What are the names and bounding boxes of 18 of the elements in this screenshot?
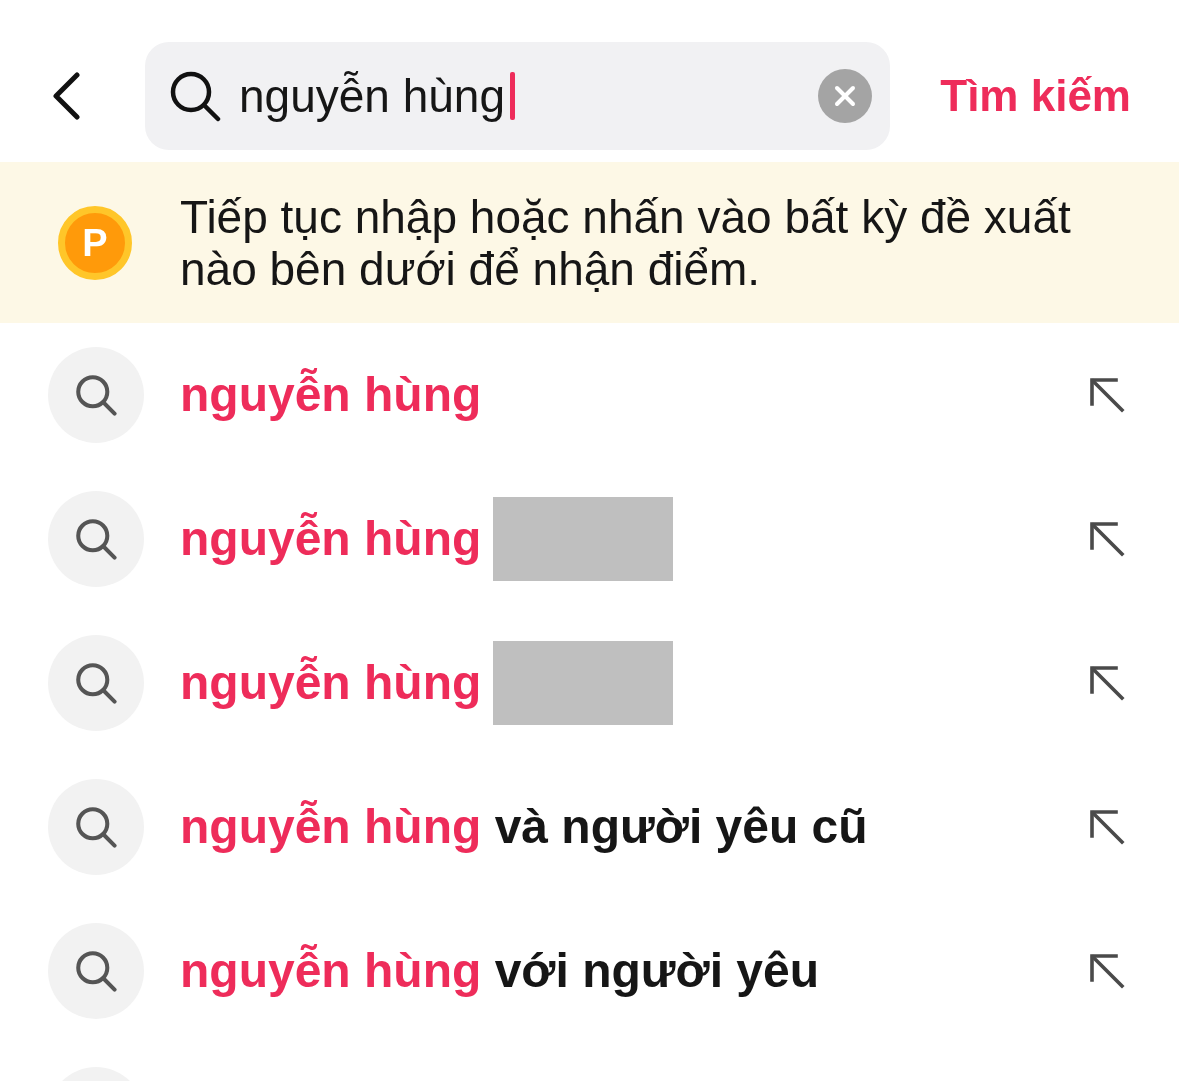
arrow-up-left-icon[interactable]: [1089, 377, 1125, 413]
search-submit-button[interactable]: Tìm kiếm: [940, 68, 1131, 124]
points-coin-icon: P: [58, 205, 132, 280]
back-chevron-icon: [51, 72, 81, 120]
suggestion-text[interactable]: nguyễn hùng: [180, 365, 482, 425]
close-icon: [834, 85, 856, 107]
search-query: nguyễn hùng: [239, 69, 506, 124]
arrow-up-left-icon[interactable]: [1089, 665, 1125, 701]
suggestion-text[interactable]: nguyễn hùng: [180, 653, 482, 713]
suggestion-text[interactable]: nguyễn hùng: [180, 509, 482, 569]
suggestion-text[interactable]: nguyễn hùng và người yêu cũ: [180, 797, 868, 857]
arrow-up-left-icon[interactable]: [1089, 809, 1125, 845]
search-icon: [169, 70, 221, 122]
points-hint-text: Tiếp tục nhập hoặc nhấn vào bất kỳ đề xuất nào bên dưới để nhận điểm.: [180, 190, 1072, 295]
arrow-up-left-icon[interactable]: [1089, 953, 1125, 989]
arrow-up-left-icon[interactable]: [1089, 521, 1125, 557]
suggestion-text[interactable]: nguyễn hùng với người yêu: [180, 941, 820, 1001]
search-field[interactable]: nguyễn hùng: [145, 42, 890, 150]
